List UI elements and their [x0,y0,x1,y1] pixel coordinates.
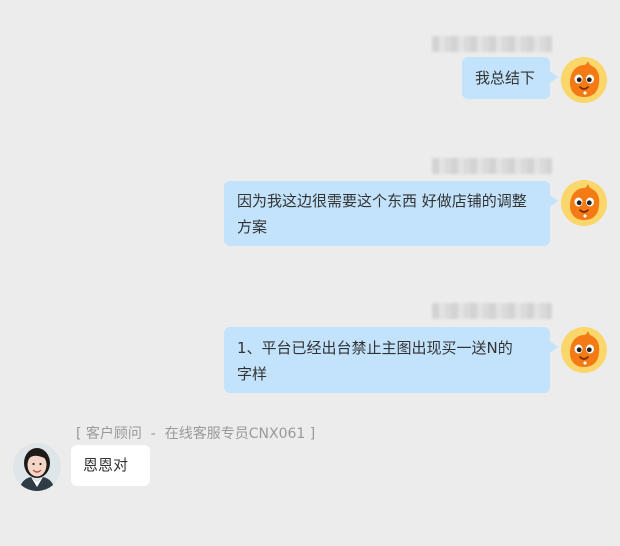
message-text-line: 因为我这边很需要这个东西 好做店铺的调整 [237,192,527,210]
outgoing-bubble[interactable]: 1、平台已经出台禁止主图出现买一送N的 字样 [224,327,558,393]
orange-mascot-avatar-icon[interactable] [561,180,607,226]
message-text-line: 方案 [237,218,268,236]
agent-avatar[interactable] [13,443,61,491]
message-text-line: 字样 [237,365,268,383]
orange-mascot-avatar-icon[interactable] [561,57,607,103]
agent-name-header: [ 客户顾问 - 在线客服专员CNX061 ] [76,426,316,442]
sender-name-blurred [432,158,552,174]
outgoing-bubble[interactable]: 因为我这边很需要这个东西 好做店铺的调整 方案 [224,181,558,246]
sender-name-blurred [432,303,552,319]
message-text: 我总结下 [475,69,536,87]
message-text-line: 1、平台已经出台禁止主图出现买一送N的 [237,339,513,357]
outgoing-bubble[interactable]: 我总结下 [462,57,558,99]
orange-mascot-avatar-icon[interactable] [561,327,607,373]
sender-name-blurred [432,36,552,52]
agent-photo-avatar-icon [13,443,61,491]
message-text: 恩恩对 [83,456,129,474]
incoming-bubble[interactable]: 恩恩对 [71,445,150,486]
